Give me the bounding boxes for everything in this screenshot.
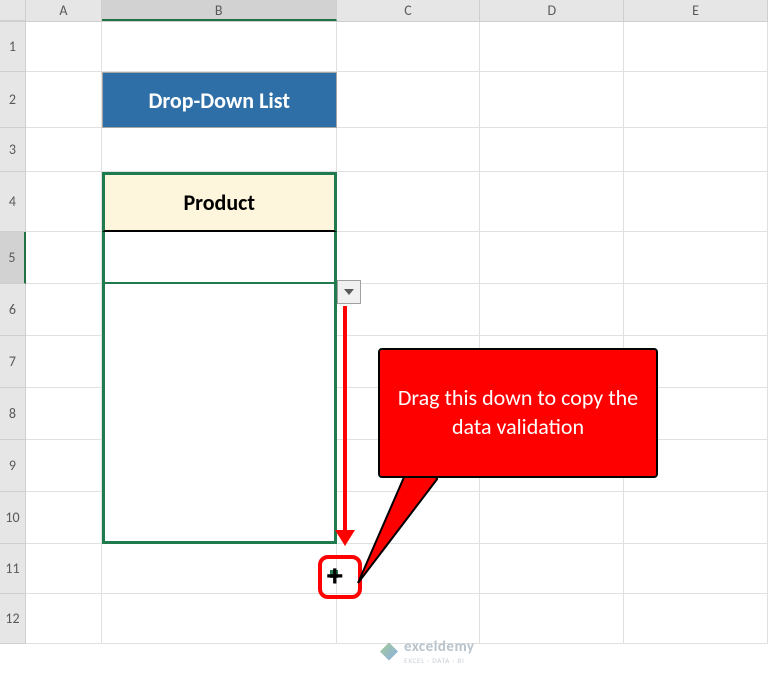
cell-C1[interactable] (337, 22, 481, 72)
cell-B11[interactable] (102, 544, 337, 594)
cell-B7[interactable] (102, 336, 337, 388)
cell-D2[interactable] (480, 72, 624, 128)
cell-C2[interactable] (337, 72, 481, 128)
watermark-brand: exceldemy (404, 638, 475, 656)
callout-text: Drag this down to copy the data validati… (394, 384, 642, 441)
watermark-tagline: EXCEL · DATA · BI (404, 656, 475, 665)
cell-B8[interactable] (102, 388, 337, 440)
cell-B10[interactable] (102, 492, 337, 544)
cell-E5[interactable] (624, 232, 768, 284)
cell-C5[interactable] (337, 232, 481, 284)
chevron-down-icon (344, 289, 354, 295)
column-header-row: A B C D E (0, 0, 768, 22)
cell-E11[interactable] (624, 544, 768, 594)
cell-D6[interactable] (480, 284, 624, 336)
cell-A1[interactable] (26, 22, 102, 72)
watermark: exceldemy EXCEL · DATA · BI (380, 638, 475, 665)
cell-D4[interactable] (480, 172, 624, 232)
fill-handle-plus-icon: + (326, 562, 344, 592)
col-header-B[interactable]: B (102, 0, 337, 21)
cell-A2[interactable] (26, 72, 102, 128)
cell-A12[interactable] (26, 594, 102, 644)
cell-B12[interactable] (102, 594, 337, 644)
row-header-4[interactable]: 4 (0, 172, 26, 232)
cell-B5-dropdown[interactable] (102, 232, 337, 284)
cell-C3[interactable] (337, 128, 481, 172)
product-header-cell[interactable]: Product (102, 172, 337, 232)
row-header-2[interactable]: 2 (0, 72, 26, 128)
cell-C4[interactable] (337, 172, 481, 232)
row-header-3[interactable]: 3 (0, 128, 26, 172)
col-header-E[interactable]: E (624, 0, 768, 21)
cell-C12[interactable] (337, 594, 481, 644)
cell-E1[interactable] (624, 22, 768, 72)
cell-B9[interactable] (102, 440, 337, 492)
row-header-10[interactable]: 10 (0, 492, 26, 544)
col-header-A[interactable]: A (26, 0, 102, 21)
row-header-9[interactable]: 9 (0, 440, 26, 492)
row-header-8[interactable]: 8 (0, 388, 26, 440)
cell-D12[interactable] (480, 594, 624, 644)
cell-D11[interactable] (480, 544, 624, 594)
col-header-C[interactable]: C (337, 0, 481, 21)
cell-D3[interactable] (480, 128, 624, 172)
cell-E2[interactable] (624, 72, 768, 128)
cell-B6[interactable] (102, 284, 337, 336)
annotation-callout: Drag this down to copy the data validati… (378, 348, 658, 478)
cell-A5[interactable] (26, 232, 102, 284)
cell-A4[interactable] (26, 172, 102, 232)
cell-E10[interactable] (624, 492, 768, 544)
cell-D5[interactable] (480, 232, 624, 284)
select-all-corner[interactable] (0, 0, 26, 21)
cell-E12[interactable] (624, 594, 768, 644)
cell-B1[interactable] (102, 22, 337, 72)
cell-A6[interactable] (26, 284, 102, 336)
row-header-12[interactable]: 12 (0, 594, 26, 644)
row-header-7[interactable]: 7 (0, 336, 26, 388)
cell-A8[interactable] (26, 388, 102, 440)
row-header-6[interactable]: 6 (0, 284, 26, 336)
cell-A7[interactable] (26, 336, 102, 388)
annotation-arrow-line (343, 306, 347, 534)
col-header-D[interactable]: D (480, 0, 624, 21)
cell-A9[interactable] (26, 440, 102, 492)
cell-B3[interactable] (102, 128, 337, 172)
row-header-11[interactable]: 11 (0, 544, 26, 594)
cell-E4[interactable] (624, 172, 768, 232)
cell-A11[interactable] (26, 544, 102, 594)
cell-D1[interactable] (480, 22, 624, 72)
row-header-5[interactable]: 5 (0, 232, 26, 284)
cell-E3[interactable] (624, 128, 768, 172)
title-cell[interactable]: Drop-Down List (102, 72, 337, 128)
cell-A10[interactable] (26, 492, 102, 544)
row-header-1[interactable]: 1 (0, 22, 26, 72)
cell-A3[interactable] (26, 128, 102, 172)
cell-E6[interactable] (624, 284, 768, 336)
data-validation-dropdown-button[interactable] (337, 280, 361, 304)
watermark-logo-icon (380, 643, 398, 661)
cell-D10[interactable] (480, 492, 624, 544)
